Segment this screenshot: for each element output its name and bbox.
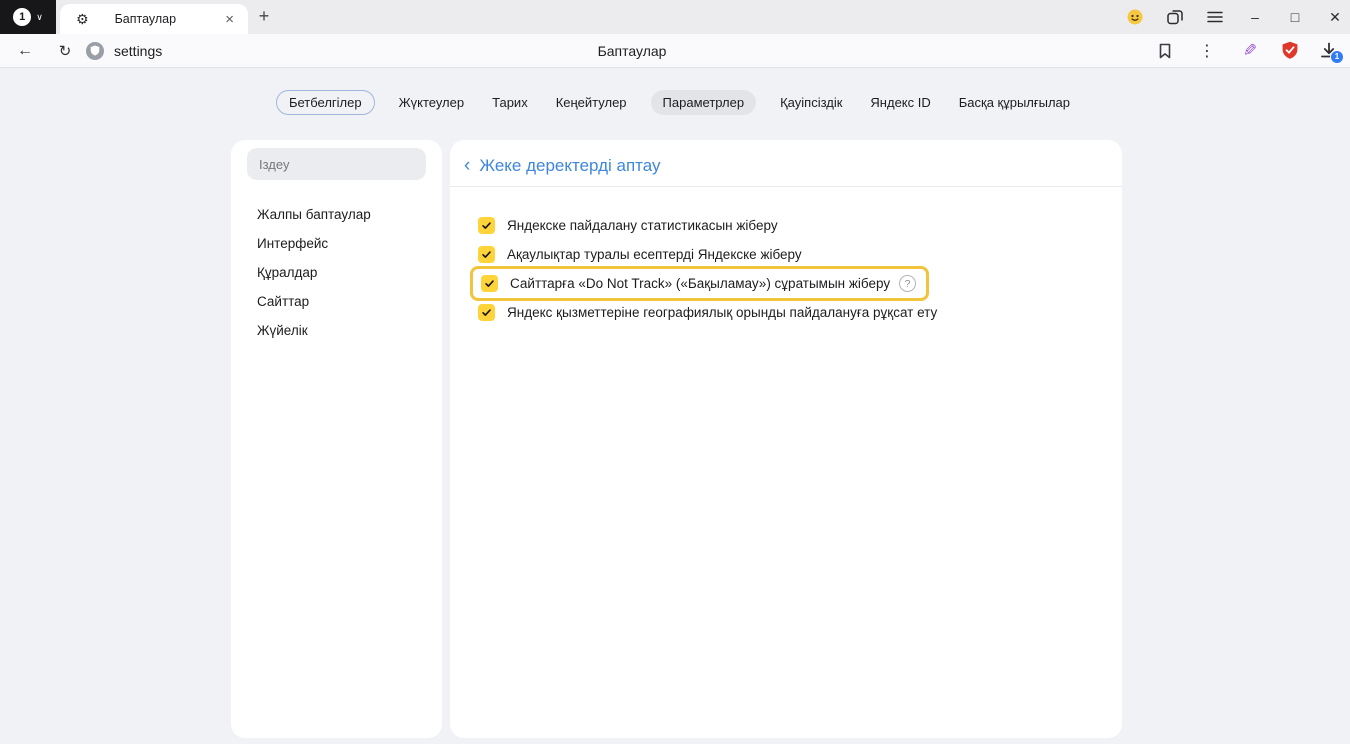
address-toolbar: ← ↻ settings Баптаулар ⋮ ✎ <box>0 34 1350 68</box>
nav-tab-history[interactable]: Тарих <box>488 90 532 115</box>
maximize-button[interactable]: □ <box>1286 8 1304 26</box>
promo-icon[interactable] <box>1126 8 1144 26</box>
nav-tab-security[interactable]: Қауіпсіздік <box>776 90 846 115</box>
page-title: Баптаулар <box>598 34 667 67</box>
setting-label: Ақаулықтар туралы есептерді Яндекске жіб… <box>507 247 802 262</box>
sidebar-item-interface[interactable]: Интерфейс <box>231 229 442 258</box>
back-chevron-icon: ‹ <box>464 156 470 175</box>
setting-row-usage-stats[interactable]: Яндекске пайдалану статистикасын жіберу <box>470 211 786 240</box>
nav-tab-extensions[interactable]: Кеңейтулер <box>552 90 631 115</box>
checkbox-crash-reports[interactable] <box>478 246 495 263</box>
section-heading: Жеке деректерді аптау <box>479 156 660 176</box>
tab-strip: 1 ∨ ⚙ Баптаулар × + <box>0 0 1350 34</box>
help-icon[interactable]: ? <box>899 275 916 292</box>
sidebar-item-sites[interactable]: Сайттар <box>231 287 442 316</box>
download-count-badge: 1 <box>1330 50 1344 64</box>
divider <box>450 186 1122 187</box>
gear-icon: ⚙ <box>76 11 89 28</box>
download-icon[interactable]: 1 <box>1316 34 1342 67</box>
settings-main-panel: ‹ Жеке деректерді аптау Яндекске пайдала… <box>450 140 1122 738</box>
address-bar[interactable]: settings <box>86 34 162 67</box>
sidebar-item-general[interactable]: Жалпы баптаулар <box>231 200 442 229</box>
setting-label: Яндекске пайдалану статистикасын жіберу <box>507 218 778 233</box>
section-back-header[interactable]: ‹ Жеке деректерді аптау <box>464 151 661 181</box>
setting-label: Яндекс қызметтеріне географиялық орынды … <box>507 305 937 320</box>
minimize-button[interactable]: – <box>1246 8 1264 26</box>
checkbox-usage-stats[interactable] <box>478 217 495 234</box>
nav-tab-downloads[interactable]: Жүктеулер <box>395 90 469 115</box>
search-box[interactable] <box>247 148 426 180</box>
sidebar-list: Жалпы баптаулар Интерфейс Құралдар Сайтт… <box>231 200 442 345</box>
settings-rows: Яндекске пайдалану статистикасын жіберу … <box>470 211 945 327</box>
tab-count-badge: 1 <box>13 8 31 26</box>
checkbox-do-not-track[interactable] <box>481 275 498 292</box>
nav-tab-yandex-id[interactable]: Яндекс ID <box>866 90 934 115</box>
menu-icon[interactable] <box>1206 8 1224 26</box>
search-input[interactable] <box>247 157 426 172</box>
settings-sidebar: Жалпы баптаулар Интерфейс Құралдар Сайтт… <box>231 140 442 738</box>
setting-label: Сайттарға «Do Not Track» («Бақыламау») с… <box>510 276 890 291</box>
bookmark-icon[interactable] <box>1154 34 1176 67</box>
settings-nav: Бетбелгілер Жүктеулер Тарих Кеңейтулер П… <box>0 90 1350 115</box>
setting-row-crash-reports[interactable]: Ақаулықтар туралы есептерді Яндекске жіб… <box>470 240 810 269</box>
setting-row-geolocation[interactable]: Яндекс қызметтеріне географиялық орынды … <box>470 298 945 327</box>
nav-tab-settings[interactable]: Параметрлер <box>651 90 757 115</box>
nav-tab-bookmarks[interactable]: Бетбелгілер <box>276 90 375 115</box>
browser-tab-settings[interactable]: ⚙ Баптаулар × <box>60 4 248 34</box>
browser-window: 1 ∨ ⚙ Баптаулар × + <box>0 0 1350 744</box>
pen-icon[interactable]: ✎ <box>1238 34 1262 67</box>
chevron-down-icon: ∨ <box>36 13 43 22</box>
tab-title: Баптаулар <box>115 12 224 26</box>
tab-group-chip[interactable]: 1 ∨ <box>0 0 56 34</box>
window-close-button[interactable]: ✕ <box>1326 8 1344 26</box>
sidebar-item-system[interactable]: Жүйелік <box>231 316 442 345</box>
tab-panels-icon[interactable] <box>1166 8 1184 26</box>
url-text: settings <box>114 43 162 59</box>
checkbox-geolocation[interactable] <box>478 304 495 321</box>
protect-shield-icon[interactable] <box>1278 34 1302 67</box>
new-tab-button[interactable]: + <box>254 6 274 27</box>
sidebar-item-tools[interactable]: Құралдар <box>231 258 442 287</box>
tabstrip-right-controls: – □ ✕ <box>1126 0 1344 34</box>
back-icon[interactable]: ← <box>14 34 36 67</box>
more-options-icon[interactable]: ⋮ <box>1196 34 1218 67</box>
reload-icon[interactable]: ↻ <box>54 34 76 67</box>
setting-row-do-not-track[interactable]: Сайттарға «Do Not Track» («Бақыламау») с… <box>470 266 929 301</box>
tab-close-icon[interactable]: × <box>223 11 236 28</box>
site-badge-icon <box>86 42 104 60</box>
nav-tab-other-devices[interactable]: Басқа құрылғылар <box>955 90 1074 115</box>
